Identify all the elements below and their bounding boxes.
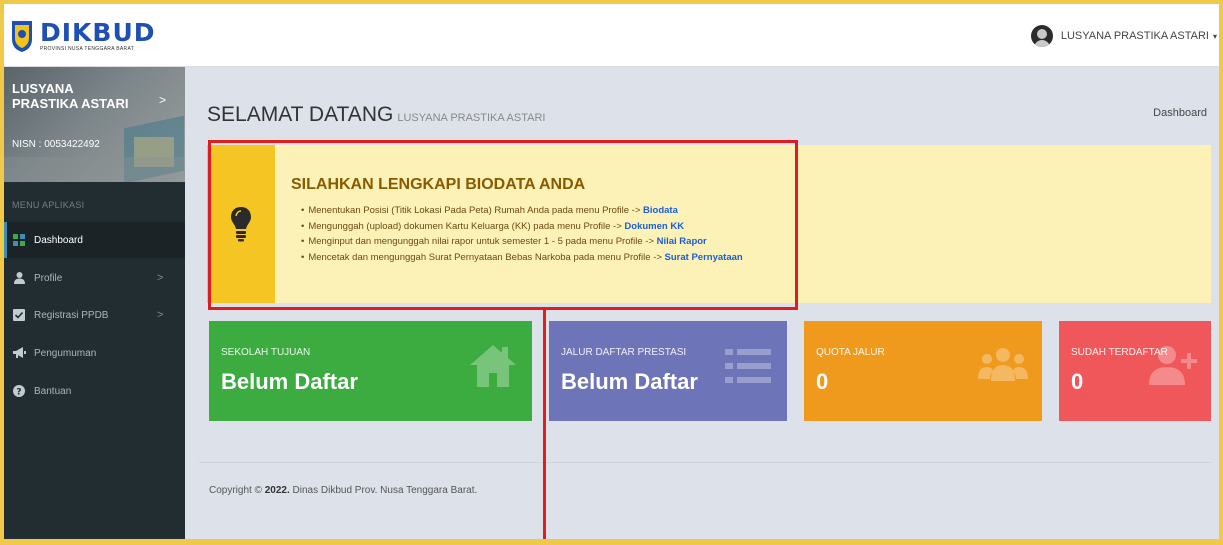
chevron-right-icon: > — [157, 309, 164, 321]
footer-prefix: Copyright © — [209, 485, 265, 496]
sekolah-tujuan-box[interactable]: SEKOLAH TUJUAN Belum Daftar — [209, 321, 532, 421]
page-title: SELAMAT DATANG LUSYANA PRASTIKA ASTARI — [207, 103, 545, 127]
annotation-highlight-box — [208, 140, 798, 310]
annotation-pointer-line — [543, 310, 546, 545]
box-label: SEKOLAH TUJUAN — [221, 347, 311, 358]
footer-divider — [199, 462, 1211, 463]
jalur-daftar-box[interactable]: JALUR DAFTAR PRESTASI Belum Daftar — [549, 321, 787, 421]
sidebar-user-name: LUSYANA PRASTIKA ASTARI — [12, 81, 129, 111]
box-value: 0 — [816, 369, 829, 394]
top-navbar: DIKBUD PROVINSI NUSA TENGGARA BARAT LUSY… — [4, 4, 1219, 67]
svg-text:?: ? — [16, 388, 21, 398]
brand-name: DIKBUD — [40, 17, 156, 47]
quota-jalur-box[interactable]: QUOTA JALUR 0 — [804, 321, 1042, 421]
list-icon — [725, 349, 771, 383]
box-label: JALUR DAFTAR PRESTASI — [561, 347, 687, 358]
dashboard-icon — [12, 233, 26, 247]
user-icon — [12, 271, 26, 285]
frame-border — [1219, 0, 1223, 545]
sudah-terdaftar-box[interactable]: SUDAH TERDAFTAR 0 — [1059, 321, 1211, 421]
home-icon — [470, 345, 516, 387]
sidebar-user-panel[interactable]: LUSYANA PRASTIKA ASTARI > NISN : 0053422… — [4, 67, 185, 182]
page-title-text: SELAMAT DATANG — [207, 103, 394, 126]
sidebar: LUSYANA PRASTIKA ASTARI > NISN : 0053422… — [4, 67, 188, 545]
sidebar-item-registrasi-ppdb[interactable]: Registrasi PPDB > — [4, 297, 185, 333]
question-icon: ? — [12, 384, 26, 398]
breadcrumb[interactable]: Dashboard — [1153, 107, 1207, 119]
frame-border — [0, 539, 1223, 545]
sidebar-item-profile[interactable]: Profile > — [4, 260, 185, 296]
province-emblem-icon — [12, 21, 32, 52]
box-value: Belum Daftar — [561, 369, 698, 394]
footer-suffix: Dinas Dikbud Prov. Nusa Tenggara Barat. — [289, 485, 478, 496]
brand-subtitle: PROVINSI NUSA TENGGARA BARAT — [40, 45, 135, 52]
sidebar-item-pengumuman[interactable]: Pengumuman — [4, 335, 185, 371]
footer: Copyright © 2022. Dinas Dikbud Prov. Nus… — [209, 485, 477, 496]
sidebar-item-label: Profile — [34, 272, 63, 284]
brand-logo[interactable]: DIKBUD PROVINSI NUSA TENGGARA BARAT — [10, 16, 156, 56]
menu-header: MENU APLIKASI — [12, 200, 85, 210]
box-value: 0 — [1071, 369, 1084, 394]
avatar — [1030, 25, 1053, 47]
app-frame: DIKBUD PROVINSI NUSA TENGGARA BARAT LUSY… — [0, 0, 1223, 545]
box-value: Belum Daftar — [221, 369, 358, 394]
sidebar-item-label: Pengumuman — [34, 347, 97, 359]
panel-background-decoration — [4, 157, 185, 182]
sidebar-item-bantuan[interactable]: ? Bantuan — [4, 373, 185, 409]
chevron-right-icon: > — [159, 93, 167, 107]
frame-border — [0, 0, 4, 545]
footer-year: 2022. — [264, 485, 290, 496]
box-label: QUOTA JALUR — [816, 347, 885, 358]
sidebar-user-nisn: NISN : 0053422492 — [12, 139, 100, 150]
caret-down-icon: ▾ — [1212, 31, 1217, 41]
bullhorn-icon — [12, 346, 26, 360]
frame-border — [0, 0, 1223, 4]
users-icon — [978, 348, 1028, 381]
checkbox-icon — [12, 308, 26, 322]
user-menu[interactable]: LUSYANA PRASTIKA ASTARI ▾ — [1030, 25, 1217, 47]
sidebar-item-label: Registrasi PPDB — [34, 309, 109, 321]
sidebar-item-label: Bantuan — [34, 385, 72, 397]
chevron-right-icon: > — [157, 272, 164, 284]
sidebar-item-dashboard[interactable]: Dashboard — [4, 222, 188, 258]
sidebar-item-label: Dashboard — [34, 234, 83, 246]
page-subtitle: LUSYANA PRASTIKA ASTARI — [397, 112, 546, 124]
user-menu-name: LUSYANA PRASTIKA ASTARI — [1060, 30, 1209, 42]
user-plus-icon — [1149, 346, 1197, 385]
